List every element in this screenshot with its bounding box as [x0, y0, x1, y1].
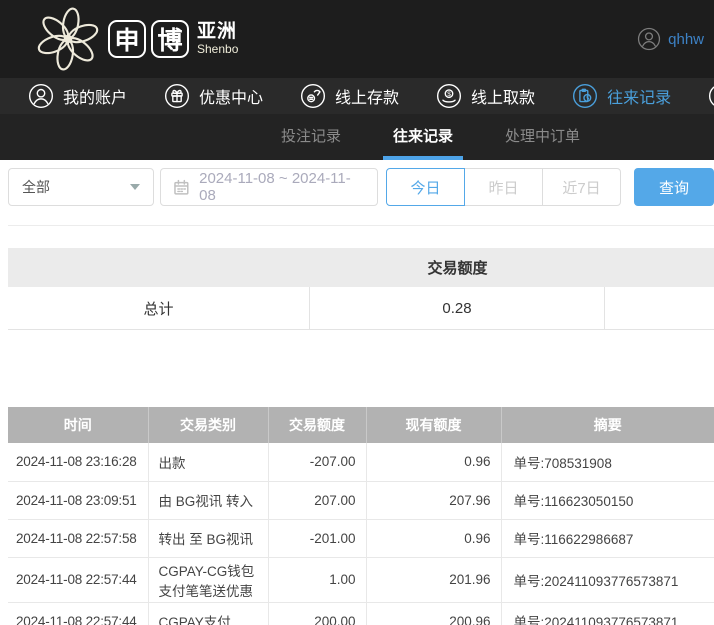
- nav-item-promotions[interactable]: 优惠中心: [164, 83, 263, 109]
- cell-time: 2024-11-08 22:57:44: [8, 557, 148, 602]
- date-range-value: 2024-11-08 ~ 2024-11-08: [199, 170, 365, 204]
- table-row: 2024-11-08 22:57:44 CGPAY-CG钱包支付笔笔送优惠 1.…: [8, 557, 714, 602]
- summary-total-row: 总计 0.28: [8, 287, 714, 330]
- logo-char-bo: 博: [151, 20, 189, 58]
- section-divider: [8, 225, 714, 226]
- col-header-time: 时间: [8, 407, 148, 443]
- cell-amount: 1.00: [268, 557, 366, 602]
- quick-date-buttons: 今日 昨日 近7日: [386, 168, 621, 206]
- nav-label: 线上存款: [335, 84, 399, 108]
- withdraw-icon: $: [436, 83, 462, 109]
- today-button[interactable]: 今日: [386, 168, 465, 206]
- deposit-icon: [300, 83, 326, 109]
- category-select[interactable]: 全部: [8, 168, 154, 206]
- cell-balance: 200.96: [366, 602, 501, 625]
- cell-summary: 单号:116622986687: [501, 519, 714, 557]
- summary-total-label: 总计: [8, 287, 310, 329]
- username-text: qhhw: [668, 31, 704, 48]
- tab-pending-orders[interactable]: 处理中订单: [495, 114, 590, 160]
- table-row: 2024-11-08 23:09:51 由 BG视讯 转入 207.00 207…: [8, 481, 714, 519]
- yesterday-button[interactable]: 昨日: [464, 168, 543, 206]
- tab-betting-records[interactable]: 投注记录: [271, 114, 351, 160]
- table-row: 2024-11-08 23:16:28 出款 -207.00 0.96 单号:7…: [8, 443, 714, 481]
- calendar-icon: [173, 179, 190, 196]
- cell-type: 由 BG视讯 转入: [148, 481, 268, 519]
- tab-transaction-records[interactable]: 往来记录: [383, 114, 463, 160]
- svg-text:$: $: [447, 91, 451, 98]
- cell-summary: 单号:202411093776573871: [501, 602, 714, 625]
- date-range-input[interactable]: 2024-11-08 ~ 2024-11-08: [160, 168, 378, 206]
- table-row: 2024-11-08 22:57:58 转出 至 BG视讯 -201.00 0.…: [8, 519, 714, 557]
- cell-balance: 207.96: [366, 481, 501, 519]
- table-row: 2024-11-08 22:57:44 CGPAY支付 200.00 200.9…: [8, 602, 714, 625]
- gift-icon: [164, 83, 190, 109]
- nav-item-deposit[interactable]: 线上存款: [300, 83, 399, 109]
- summary-empty-cell: [605, 287, 714, 329]
- cell-amount: 207.00: [268, 481, 366, 519]
- summary-table: 交易额度 总计 0.28: [8, 248, 714, 330]
- col-header-type: 交易类别: [148, 407, 268, 443]
- col-header-amount: 交易额度: [268, 407, 366, 443]
- cell-summary: 单号:202411093776573871: [501, 557, 714, 602]
- cell-summary: 单号:708531908: [501, 443, 714, 481]
- cell-balance: 0.96: [366, 519, 501, 557]
- cell-summary: 单号:116623050150: [501, 481, 714, 519]
- nav-item-messages[interactable]: 信: [708, 83, 714, 109]
- nav-label: 我的账户: [63, 84, 127, 108]
- filter-bar: 全部 2024-11-08 ~ 2024-11-08 今日 昨日 近7日 查询: [8, 168, 714, 206]
- col-header-balance: 现有额度: [366, 407, 501, 443]
- records-table: 时间 交易类别 交易额度 现有额度 摘要 2024-11-08 23:16:28…: [8, 407, 714, 625]
- nav-label: 线上取款: [471, 84, 535, 108]
- cell-amount: 200.00: [268, 602, 366, 625]
- summary-header-label: 交易额度: [310, 257, 605, 278]
- cell-time: 2024-11-08 23:09:51: [8, 481, 148, 519]
- nav-item-my-account[interactable]: 我的账户: [28, 83, 127, 109]
- main-nav: 我的账户 优惠中心 线上存款 $ 线上取款: [0, 78, 714, 114]
- flower-logo-icon: [34, 5, 102, 73]
- chevron-down-icon: [130, 184, 140, 190]
- logo-char-shen: 申: [108, 20, 146, 58]
- cell-balance: 0.96: [366, 443, 501, 481]
- logo-wordmark: 申 博 亚洲 Shenbo: [108, 20, 238, 58]
- logo-region-label: 亚洲: [197, 22, 238, 43]
- search-button[interactable]: 查询: [634, 168, 714, 206]
- cell-type: 转出 至 BG视讯: [148, 519, 268, 557]
- site-header: 申 博 亚洲 Shenbo qhhw: [0, 0, 714, 78]
- cell-amount: -201.00: [268, 519, 366, 557]
- col-header-summary: 摘要: [501, 407, 714, 443]
- last-7-days-button[interactable]: 近7日: [542, 168, 621, 206]
- cell-time: 2024-11-08 23:16:28: [8, 443, 148, 481]
- user-icon: [28, 83, 54, 109]
- bell-icon: [708, 83, 714, 109]
- records-header-row: 时间 交易类别 交易额度 现有额度 摘要: [8, 407, 714, 443]
- nav-label: 优惠中心: [199, 84, 263, 108]
- nav-item-withdraw[interactable]: $ 线上取款: [436, 83, 535, 109]
- cell-balance: 201.96: [366, 557, 501, 602]
- user-account-area[interactable]: qhhw: [637, 27, 704, 51]
- cell-type: CGPAY支付: [148, 602, 268, 625]
- avatar-icon: [637, 27, 661, 51]
- summary-table-header: 交易额度: [8, 248, 714, 287]
- cell-type: 出款: [148, 443, 268, 481]
- cell-type: CGPAY-CG钱包支付笔笔送优惠: [148, 557, 268, 602]
- nav-item-transaction-records[interactable]: 往来记录: [572, 83, 671, 109]
- nav-label: 往来记录: [607, 84, 671, 108]
- logo-subtitle: Shenbo: [197, 43, 238, 56]
- summary-total-value: 0.28: [310, 287, 605, 329]
- cell-time: 2024-11-08 22:57:58: [8, 519, 148, 557]
- cell-time: 2024-11-08 22:57:44: [8, 602, 148, 625]
- cell-amount: -207.00: [268, 443, 366, 481]
- category-select-value: 全部: [22, 177, 50, 197]
- record-tabs: 投注记录 往来记录 处理中订单: [0, 114, 714, 160]
- records-icon: [572, 83, 598, 109]
